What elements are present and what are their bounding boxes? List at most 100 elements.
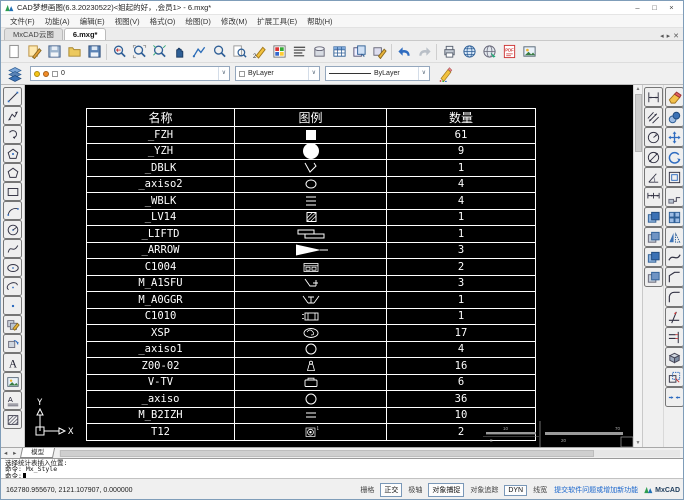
doc-tab-6.mxg*[interactable]: 6.mxg* xyxy=(63,28,107,40)
scale-button[interactable] xyxy=(665,367,683,387)
web-publish-button[interactable] xyxy=(459,42,479,62)
web-open-button[interactable] xyxy=(479,42,499,62)
revision-cloud-button[interactable] xyxy=(3,125,22,144)
ellipse-arc-button[interactable] xyxy=(3,277,22,296)
tab-scroll-right-icon[interactable]: ▸ xyxy=(667,32,671,40)
draw-order-button[interactable]: 2 xyxy=(249,42,269,62)
rotate-button[interactable] xyxy=(665,147,683,167)
pan-button[interactable] xyxy=(169,42,189,62)
block-manager-button[interactable] xyxy=(309,42,329,62)
save-as-button[interactable] xyxy=(84,42,104,62)
toggle-对象追踪[interactable]: 对象追踪 xyxy=(467,484,501,496)
block-insert-button[interactable] xyxy=(3,334,22,353)
extend-button[interactable] xyxy=(665,327,683,347)
minimize-button[interactable]: – xyxy=(629,1,646,14)
polygon-inscribed-button[interactable] xyxy=(3,144,22,163)
dim-angular-button[interactable] xyxy=(643,167,663,187)
vertical-scrollbar[interactable]: ▲ ▼ xyxy=(633,85,642,447)
move-button[interactable] xyxy=(665,127,683,147)
offset-button[interactable] xyxy=(665,167,683,187)
redo-button[interactable] xyxy=(414,42,434,62)
blocks-tool-4-button[interactable] xyxy=(643,267,663,287)
blocks-tool-1-button[interactable] xyxy=(643,207,663,227)
menu-修改M[interactable]: 修改(M) xyxy=(216,15,252,28)
undo-button[interactable] xyxy=(394,42,414,62)
blocks-tool-2-button[interactable] xyxy=(643,227,663,247)
toggle-DYN[interactable]: DYN xyxy=(504,484,528,496)
save-button[interactable] xyxy=(44,42,64,62)
text-button[interactable]: A xyxy=(3,353,22,372)
stretch-button[interactable] xyxy=(665,187,683,207)
blocks-tool-3-button[interactable] xyxy=(643,247,663,267)
vertical-scroll-thumb[interactable] xyxy=(635,94,642,152)
draw-polyline-button[interactable] xyxy=(3,106,22,125)
insert-table-button[interactable] xyxy=(329,42,349,62)
tab-close-icon[interactable]: ✕ xyxy=(673,32,679,40)
tab-scroll-left-icon[interactable]: ◂ xyxy=(660,32,664,40)
mtext-button[interactable] xyxy=(289,42,309,62)
sheet-prev-icon[interactable]: ◂ xyxy=(4,450,9,457)
zoom-dynamic-button[interactable] xyxy=(189,42,209,62)
block-define-button[interactable] xyxy=(3,315,22,334)
zoom-previous-button[interactable] xyxy=(109,42,129,62)
attribute-text-button[interactable]: A xyxy=(3,391,22,410)
menu-视图V[interactable]: 视图(V) xyxy=(110,15,145,28)
new-file-button[interactable] xyxy=(4,42,24,62)
zoom-page-button[interactable] xyxy=(229,42,249,62)
erase-button[interactable] xyxy=(665,87,683,107)
feedback-link[interactable]: 提交软件问题或增加新功能 xyxy=(554,485,638,495)
trim-button[interactable] xyxy=(665,307,683,327)
color-combo[interactable]: ByLayer ∨ xyxy=(235,66,320,81)
linetype-combo[interactable]: ByLayer ∨ xyxy=(325,66,430,81)
color-palette-button[interactable] xyxy=(269,42,289,62)
polygon-button[interactable] xyxy=(3,163,22,182)
menu-绘图D[interactable]: 绘图(D) xyxy=(180,15,215,28)
copy-button[interactable] xyxy=(665,107,683,127)
dim-linear-button[interactable] xyxy=(643,87,663,107)
layer-manager-button[interactable] xyxy=(5,64,25,84)
dim-radius-button[interactable] xyxy=(643,127,663,147)
menu-帮助H[interactable]: 帮助(H) xyxy=(302,15,337,28)
arc-button[interactable] xyxy=(3,201,22,220)
join-button[interactable] xyxy=(665,387,683,407)
ellipse-button[interactable] xyxy=(3,258,22,277)
spline-button[interactable] xyxy=(3,239,22,258)
export-pdf-button[interactable]: PDF xyxy=(499,42,519,62)
block-edit-button[interactable] xyxy=(369,42,389,62)
fillet-corner-button[interactable] xyxy=(665,287,683,307)
open-file-button[interactable] xyxy=(64,42,84,62)
menu-格式O[interactable]: 格式(O) xyxy=(145,15,181,28)
doc-tab-MxCAD云图[interactable]: MxCAD云图 xyxy=(4,28,63,40)
draw-settings-button[interactable] xyxy=(435,64,455,84)
image-insert-button[interactable] xyxy=(3,372,22,391)
layer-combo[interactable]: 0 ∨ xyxy=(30,66,230,81)
array-button[interactable] xyxy=(665,207,683,227)
dim-diameter-button[interactable] xyxy=(643,147,663,167)
toggle-正交[interactable]: 正交 xyxy=(380,483,403,497)
explode-button[interactable] xyxy=(665,347,683,367)
hatch-button[interactable] xyxy=(3,410,22,429)
horizontal-scrollbar[interactable] xyxy=(59,449,680,457)
maximize-button[interactable]: □ xyxy=(646,1,663,14)
menu-文件F[interactable]: 文件(F) xyxy=(5,15,40,28)
dim-aligned-button[interactable] xyxy=(643,107,663,127)
toggle-极轴[interactable]: 极轴 xyxy=(405,484,425,496)
sheet-tab-model[interactable]: 模型 xyxy=(20,448,56,458)
close-button[interactable]: × xyxy=(663,1,680,14)
drawing-canvas[interactable]: 名称 图例 数量 _FZH 61 _YZH 9 _DBLK 1 _axiso2 4 _WBLK 4 _LV… xyxy=(25,85,633,447)
toggle-栅格[interactable]: 栅格 xyxy=(357,484,377,496)
rectangle-button[interactable] xyxy=(3,182,22,201)
sheet-next-icon[interactable]: ▸ xyxy=(13,450,18,457)
copy-block-button[interactable] xyxy=(349,42,369,62)
mirror-button[interactable] xyxy=(665,227,683,247)
scroll-up-icon[interactable]: ▲ xyxy=(634,85,642,93)
draw-line-button[interactable] xyxy=(3,87,22,106)
zoom-object-button[interactable] xyxy=(209,42,229,62)
point-button[interactable] xyxy=(3,296,22,315)
zoom-extents-button[interactable] xyxy=(149,42,169,62)
circle-button[interactable] xyxy=(3,220,22,239)
horizontal-scroll-thumb[interactable] xyxy=(60,449,595,457)
open-modify-button[interactable] xyxy=(24,42,44,62)
toggle-对象捕捉[interactable]: 对象捕捉 xyxy=(428,483,465,497)
menu-功能A[interactable]: 功能(A) xyxy=(40,15,75,28)
